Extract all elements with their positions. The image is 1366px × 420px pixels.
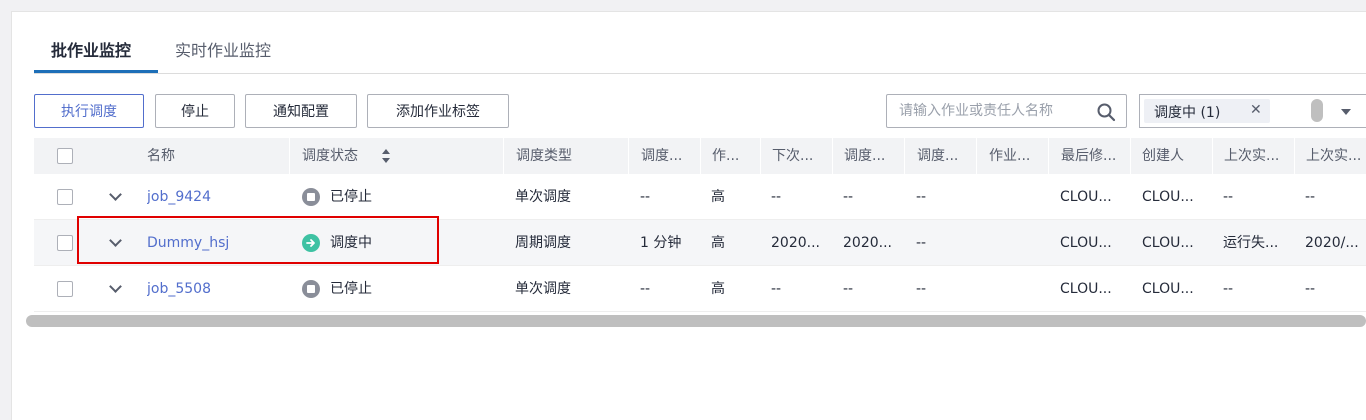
column-header-last-run-time: 上次实... [1294, 138, 1366, 174]
column-header-schedule-start: 调度... [832, 138, 904, 174]
row-checkbox[interactable] [57, 189, 73, 205]
chevron-down-icon[interactable] [1341, 109, 1351, 115]
column-header-creator: 创建人 [1130, 138, 1212, 174]
tab-realtime-job-monitor[interactable]: 实时作业监控 [175, 37, 271, 61]
close-icon[interactable]: ✕ [1250, 102, 1262, 118]
column-header-schedule-end: 调度... [904, 138, 976, 174]
table-row[interactable]: job_5508 已停止 单次调度 -- 高 -- -- -- CLOU... … [34, 266, 1366, 312]
table-horizontal-scrollbar[interactable] [26, 315, 1366, 327]
schedule-type: 单次调度 [515, 281, 571, 297]
last-run-result: -- [1223, 189, 1234, 205]
last-run-time: -- [1305, 281, 1316, 297]
last-modifier: CLOU... [1060, 281, 1112, 297]
chevron-down-icon[interactable] [109, 280, 122, 293]
job-priority: 高 [711, 281, 725, 297]
schedule-status: 已停止 [330, 281, 372, 297]
status-filter-select[interactable]: 调度中 (1) ✕ [1139, 94, 1366, 128]
last-run-result: 运行失... [1223, 235, 1279, 251]
schedule-period: 1 分钟 [640, 235, 682, 251]
creator: CLOU... [1142, 235, 1194, 251]
column-header-schedule-status-label: 调度状态 [302, 148, 358, 164]
column-header-job-tag: 作业... [976, 138, 1048, 174]
stop-button[interactable]: 停止 [155, 94, 235, 128]
schedule-start: -- [843, 189, 854, 205]
stopped-status-icon [302, 280, 320, 298]
sort-icon[interactable] [381, 148, 391, 164]
highlight-box [77, 216, 439, 264]
monitor-tabs: 批作业监控 实时作业监控 [34, 12, 1366, 74]
schedule-end: -- [916, 235, 927, 251]
schedule-end: -- [916, 189, 927, 205]
schedule-period: -- [640, 189, 651, 205]
schedule-start: 2020... [843, 235, 892, 251]
table-row[interactable]: job_9424 已停止 单次调度 -- 高 -- -- -- CLOU... … [34, 174, 1366, 220]
row-checkbox[interactable] [57, 235, 73, 251]
last-run-time: 2020/... [1305, 235, 1359, 251]
job-priority: 高 [711, 189, 725, 205]
job-search-box [886, 94, 1127, 128]
next-run: 2020... [771, 235, 820, 251]
schedule-period: -- [640, 281, 651, 297]
last-run-time: -- [1305, 189, 1316, 205]
last-modifier: CLOU... [1060, 189, 1112, 205]
column-header-last-run-result: 上次实... [1212, 138, 1294, 174]
chevron-down-icon[interactable] [109, 188, 122, 201]
job-name-link[interactable]: job_5508 [147, 266, 211, 312]
row-checkbox[interactable] [57, 281, 73, 297]
schedule-start: -- [843, 281, 854, 297]
column-header-job-priority: 作... [700, 138, 760, 174]
schedule-end: -- [916, 281, 927, 297]
schedule-status: 已停止 [330, 189, 372, 205]
column-header-last-modifier: 最后修... [1048, 138, 1130, 174]
active-tab-indicator [34, 70, 158, 73]
notification-config-button[interactable]: 通知配置 [245, 94, 357, 128]
tab-batch-job-monitor[interactable]: 批作业监控 [51, 37, 131, 61]
filter-tag: 调度中 (1) ✕ [1144, 99, 1270, 123]
table-header: 名称 调度状态 调度类型 调度... 作... 下次... 调度... 调度..… [34, 138, 1366, 174]
select-all-checkbox[interactable] [57, 148, 73, 164]
next-run: -- [771, 189, 782, 205]
creator: CLOU... [1142, 281, 1194, 297]
schedule-type: 单次调度 [515, 189, 571, 205]
add-job-tag-button[interactable]: 添加作业标签 [367, 94, 509, 128]
job-name-link[interactable]: job_9424 [147, 174, 211, 220]
last-run-result: -- [1223, 281, 1234, 297]
search-icon[interactable] [1096, 102, 1116, 122]
column-header-next-run: 下次... [760, 138, 832, 174]
stopped-status-icon [302, 188, 320, 206]
execute-schedule-button[interactable]: 执行调度 [34, 94, 144, 128]
column-header-name: 名称 [147, 148, 175, 164]
column-header-schedule-status[interactable]: 调度状态 [289, 138, 503, 174]
filter-tag-label: 调度中 (1) [1154, 105, 1221, 121]
schedule-type: 周期调度 [515, 235, 571, 251]
job-priority: 高 [711, 235, 725, 251]
creator: CLOU... [1142, 189, 1194, 205]
next-run: -- [771, 281, 782, 297]
filter-scrollbar[interactable] [1311, 99, 1323, 122]
last-modifier: CLOU... [1060, 235, 1112, 251]
job-search-input[interactable] [899, 102, 1089, 120]
column-header-schedule-period: 调度... [628, 138, 700, 174]
column-header-schedule-type: 调度类型 [503, 138, 628, 174]
